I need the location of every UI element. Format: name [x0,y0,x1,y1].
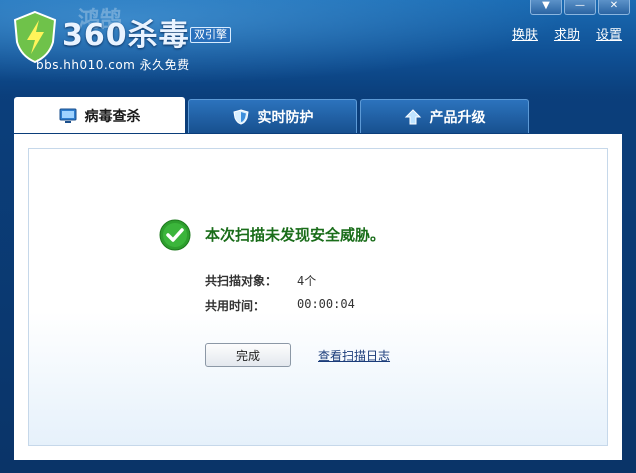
objects-label: 共扫描对象： [205,274,278,288]
tab-label: 病毒查杀 [84,108,141,125]
time-label: 共用时间： [205,299,266,313]
tab-virus-scan[interactable]: 病毒查杀 [14,97,185,133]
logo-subtitle: bbs.hh010.com 永久免费 [36,58,190,72]
tab-label: 实时防护 [257,109,314,126]
scan-result-panel: 本次扫描未发现安全威胁。 共扫描对象： 4个 共用时间： 00:00:04 完成… [28,148,608,446]
scan-result-message: 本次扫描未发现安全威胁。 [205,226,386,244]
help-link[interactable]: 求助 [554,24,580,43]
done-button[interactable]: 完成 [205,343,291,367]
tab-realtime-protection[interactable]: 实时防护 [188,99,357,133]
dropdown-button[interactable]: ▼ [530,0,562,15]
top-links: 换肤 求助 设置 [512,24,622,43]
skin-link[interactable]: 换肤 [512,24,538,43]
main-window: 鸿鹄 360杀毒 双引擎 bbs.hh010.com 永久免费 ▼ — ✕ 换肤… [0,0,636,473]
shield-icon [232,108,249,125]
tab-product-upgrade[interactable]: 产品升级 [360,99,529,133]
settings-link[interactable]: 设置 [596,24,622,43]
content-panel: 本次扫描未发现安全威胁。 共扫描对象： 4个 共用时间： 00:00:04 完成… [14,134,622,460]
up-arrow-icon [404,108,421,124]
app-logo-text: 360杀毒 [62,18,190,53]
close-button[interactable]: ✕ [598,0,630,15]
tab-bar: 病毒查杀 实时防护 产品升级 [14,97,529,133]
dual-engine-badge: 双引擎 [190,27,231,43]
check-circle-icon [159,219,191,251]
time-value: 00:00:04 [297,297,355,311]
minimize-button[interactable]: — [564,0,596,15]
tab-label: 产品升级 [429,109,486,126]
monitor-icon [59,108,76,123]
view-scan-log-link[interactable]: 查看扫描日志 [318,347,390,364]
objects-value: 4个 [297,274,317,288]
window-controls: ▼ — ✕ [530,0,630,15]
